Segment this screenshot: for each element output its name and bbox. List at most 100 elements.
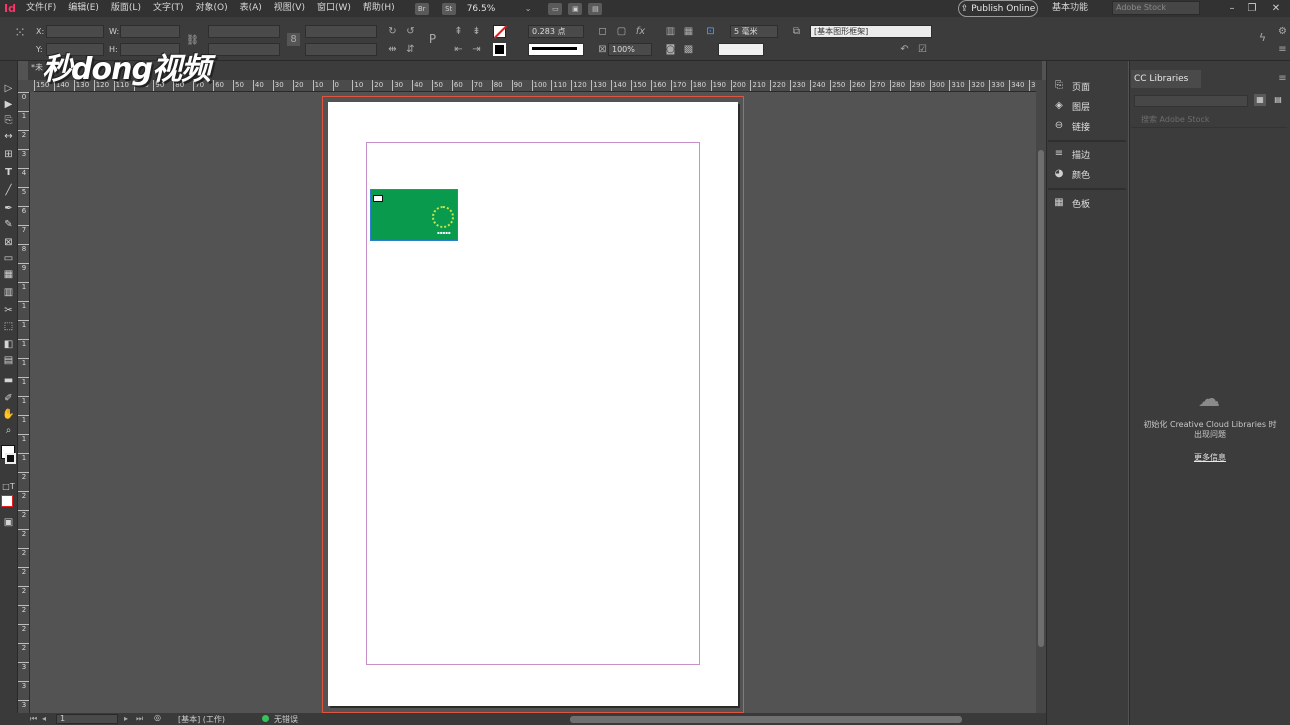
screen-mode-icon[interactable]: ▣ [1,515,16,530]
scale-y-field[interactable] [208,43,280,56]
pen-tool-icon[interactable]: ✒ [1,201,16,216]
quick-apply-icon[interactable]: ϟ [1256,31,1269,44]
menu-file[interactable]: 文件(F) [20,0,62,17]
gradient-tool-icon[interactable]: ◧ [1,337,16,352]
x-field[interactable] [46,25,104,38]
close-icon[interactable]: ✕ [1266,0,1286,17]
corner-options-icon[interactable]: ◻ [596,25,609,38]
horizontal-scroll-thumb[interactable] [570,716,962,723]
menu-type[interactable]: 文字(T) [147,0,190,17]
stroke-weight-field[interactable]: 0.283 点 [528,25,584,38]
view-options-icon[interactable]: ▭ [548,2,563,15]
menu-table[interactable]: 表(A) [234,0,268,17]
restore-icon[interactable]: ❐ [1242,0,1262,17]
minimize-icon[interactable]: – [1222,0,1242,17]
rectangle-tool-icon[interactable]: ▭ [1,251,16,266]
panel-pages[interactable]: ⎘ 页面 [1052,78,1090,94]
text-wrap-around-icon[interactable]: ▦ [682,25,695,38]
w-field[interactable] [120,25,180,38]
panel-color[interactable]: ◕ 颜色 [1052,166,1090,182]
rectangle-frame-tool-icon[interactable]: ⊠ [1,235,16,250]
hand-tool-icon[interactable]: ✋ [1,407,16,422]
fit-content-icon[interactable]: ◙ [664,43,677,56]
arrange-docs-icon[interactable]: ▤ [588,2,603,15]
stroke-swatch-icon[interactable] [5,453,16,464]
vertical-scroll-thumb[interactable] [1038,150,1044,647]
stock-icon[interactable]: St [441,2,456,15]
linked-image-icon[interactable] [373,195,383,202]
zoom-level[interactable]: 76.5% [467,4,525,14]
dimension-field[interactable]: 5 毫米 [730,25,778,38]
formatting-affects-icon[interactable]: □T [1,479,16,494]
panel-menu-icon[interactable]: ≡ [1276,43,1289,56]
select-previous-icon[interactable]: ⇤ [452,43,465,56]
screen-mode-icon[interactable]: ▣ [568,2,583,15]
vertical-ruler[interactable]: 0 1 2 3 4 5 6 7 8 9 1 1 1 1 1 1 1 1 1 1 2 2 2 2 2 2 2 2 2 2 3 3 3 [18,92,30,717]
settings-gear-icon[interactable]: ⚙ [1276,25,1289,38]
fill-none-swatch[interactable] [493,25,508,39]
text-wrap-icon[interactable]: ▥ [664,25,677,38]
list-view-icon[interactable]: ▤ [1272,94,1284,106]
shear-field[interactable] [305,43,377,56]
library-select[interactable] [1134,95,1248,107]
last-page-icon[interactable]: ⏭ [136,714,143,724]
panel-stroke[interactable]: ≡ 描边 [1052,146,1090,162]
menu-view[interactable]: 视图(V) [268,0,311,17]
panel-swatches[interactable]: ▦ 色板 [1052,195,1090,211]
redefine-style-icon[interactable]: ☑ [916,43,929,56]
stroke-color-select[interactable] [718,43,764,56]
grid-view-icon[interactable]: ▦ [1254,94,1266,106]
object-style-select[interactable]: [基本图形框架] [810,25,932,38]
rotate-cw-icon[interactable]: ↻ [386,25,399,38]
cc-libraries-tab[interactable]: CC Libraries [1131,70,1201,88]
scale-x-field[interactable] [208,25,280,38]
placed-image-frame[interactable]: ▪▪▪▪▪ [370,189,458,241]
select-content-icon[interactable]: ⇟ [470,25,483,38]
note-tool-icon[interactable]: ▬ [1,373,16,388]
panel-links[interactable]: ⊖ 链接 [1052,118,1090,134]
eyedropper-tool-icon[interactable]: ✐ [1,391,16,406]
direct-selection-tool-icon[interactable]: ▶ [1,97,16,112]
first-page-icon[interactable]: ⏮ [30,714,37,724]
line-tool-icon[interactable]: ╱ [1,183,16,198]
drop-shadow-icon[interactable]: ▢ [615,25,628,38]
selection-tool-icon[interactable]: ▷ [1,81,16,96]
reference-point-icon[interactable]: ⁙ [10,26,30,47]
effects-icon[interactable]: fx [634,25,647,38]
zoom-tool-icon[interactable]: ⌕ [1,423,16,438]
next-page-icon[interactable]: ▸ [124,714,128,723]
scale-link-icon[interactable]: 8 [287,33,300,46]
menu-object[interactable]: 对象(O) [190,0,234,17]
menu-layout[interactable]: 版面(L) [105,0,147,17]
auto-fit-icon[interactable]: ⊡ [704,25,717,38]
master-status[interactable]: [基本] (工作) [178,714,225,725]
free-transform-tool-icon[interactable]: ⬚ [1,319,16,334]
select-container-icon[interactable]: ⇞ [452,25,465,38]
stroke-type-select[interactable] [528,43,584,56]
stroke-swatch[interactable] [493,43,506,56]
clear-overrides-icon[interactable]: ↶ [898,43,911,56]
table-tool-icon[interactable]: ▦ [1,267,16,282]
menu-edit[interactable]: 编辑(E) [62,0,105,17]
pencil-tool-icon[interactable]: ✎ [1,217,16,232]
column-tool-icon[interactable]: ▥ [1,285,16,300]
opacity-field[interactable]: 100% [608,43,652,56]
rotate-field[interactable] [305,25,377,38]
fit-frame-icon[interactable]: ▩ [682,43,695,56]
bridge-icon[interactable]: Br [414,2,429,15]
ruler-origin[interactable] [18,80,34,92]
prev-page-icon[interactable]: ◂ [42,714,46,723]
scissors-tool-icon[interactable]: ✂ [1,303,16,318]
more-info-link[interactable]: 更多信息 [1180,452,1240,463]
workspace-switcher[interactable]: 基本功能 [1052,0,1088,17]
type-tool-icon[interactable]: T [1,165,16,180]
menu-window[interactable]: 窗口(W) [311,0,357,17]
gradient-feather-icon[interactable]: ▤ [1,353,16,368]
panel-layers[interactable]: ◈ 图层 [1052,98,1090,114]
rotate-ccw-icon[interactable]: ↺ [404,25,417,38]
page-tool-icon[interactable]: ⎘ [1,113,16,128]
adobe-stock-search[interactable]: Adobe Stock [1112,1,1200,15]
page-number-field[interactable]: 1 [56,714,118,724]
menu-help[interactable]: 帮助(H) [357,0,401,17]
gap-tool-icon[interactable]: ↔ [1,129,16,144]
